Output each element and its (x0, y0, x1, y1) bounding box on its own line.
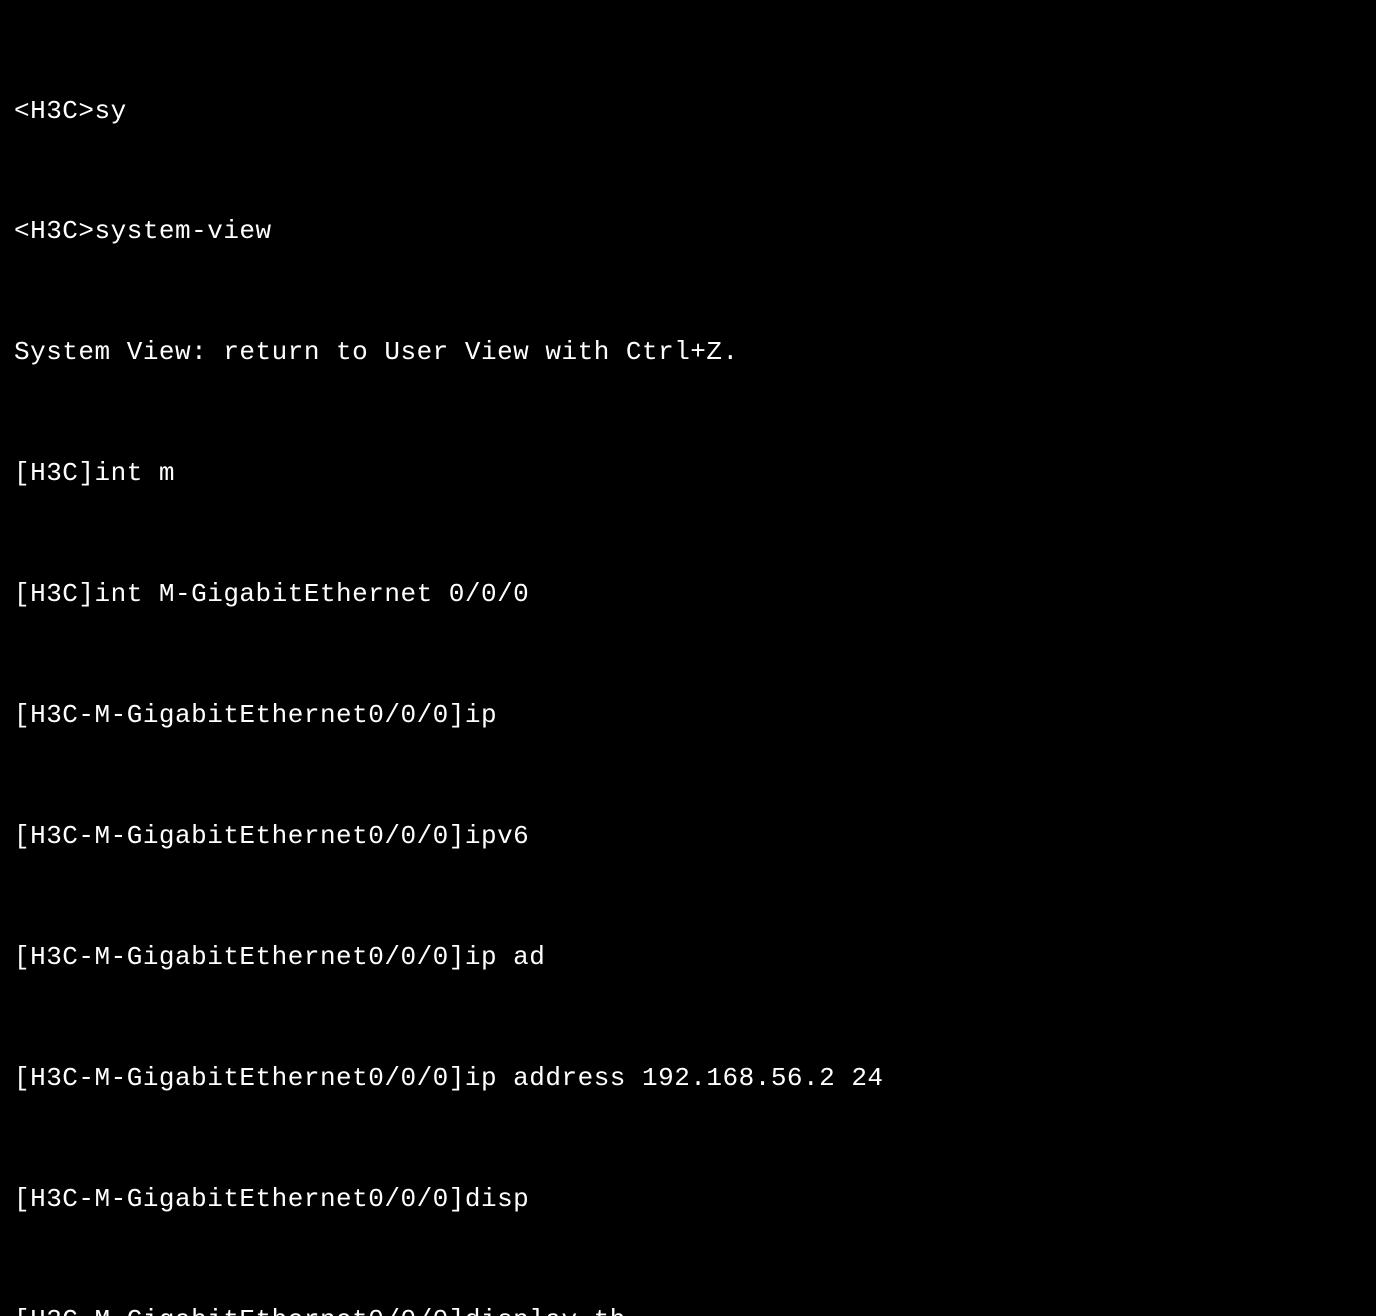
terminal-line: [H3C]int M-GigabitEthernet 0/0/0 (14, 574, 1362, 614)
terminal-line: [H3C-M-GigabitEthernet0/0/0]ip (14, 695, 1362, 735)
terminal-line: [H3C-M-GigabitEthernet0/0/0]ip ad (14, 937, 1362, 977)
terminal-line: <H3C>system-view (14, 211, 1362, 251)
terminal-line: System View: return to User View with Ct… (14, 332, 1362, 372)
terminal-line: [H3C-M-GigabitEthernet0/0/0]ipv6 (14, 816, 1362, 856)
terminal-line: [H3C-M-GigabitEthernet0/0/0]ip address 1… (14, 1058, 1362, 1098)
terminal-line: <H3C>sy (14, 91, 1362, 131)
terminal-line: [H3C-M-GigabitEthernet0/0/0]display th (14, 1300, 1362, 1316)
terminal-line: [H3C-M-GigabitEthernet0/0/0]disp (14, 1179, 1362, 1219)
terminal-output[interactable]: <H3C>sy <H3C>system-view System View: re… (14, 10, 1362, 1316)
terminal-line: [H3C]int m (14, 453, 1362, 493)
